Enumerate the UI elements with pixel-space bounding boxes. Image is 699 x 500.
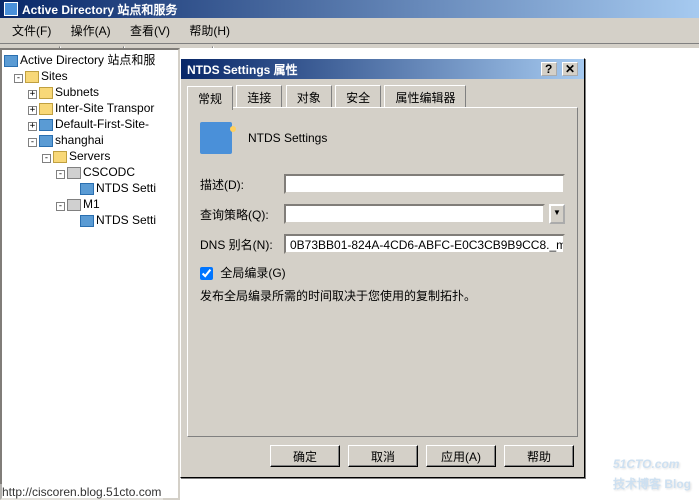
tab-general[interactable]: 常规 bbox=[187, 86, 233, 110]
menubar: 文件(F) 操作(A) 查看(V) 帮助(H) bbox=[0, 18, 699, 44]
window-title: Active Directory 站点和服务 bbox=[22, 1, 177, 18]
row-global-catalog: 全局编录(G) bbox=[200, 264, 565, 281]
query-policy-label: 查询策略(Q): bbox=[200, 206, 280, 223]
menu-action[interactable]: 操作(A) bbox=[63, 20, 119, 41]
menu-view[interactable]: 查看(V) bbox=[122, 20, 178, 41]
collapse-icon[interactable]: - bbox=[28, 138, 37, 147]
row-description: 描述(D): bbox=[200, 174, 565, 194]
menu-file[interactable]: 文件(F) bbox=[4, 20, 59, 41]
collapse-icon[interactable]: - bbox=[14, 74, 23, 83]
panel-header: NTDS Settings bbox=[200, 122, 565, 154]
expand-icon[interactable]: + bbox=[28, 90, 37, 99]
tree-panel: Active Directory 站点和服 -Sites +Subnets +I… bbox=[0, 48, 180, 500]
tree-ntds1[interactable]: NTDS Setti bbox=[4, 180, 176, 196]
tab-attributeeditor[interactable]: 属性编辑器 bbox=[384, 85, 466, 109]
watermark: 51CTO.com 技术博客 Blog bbox=[613, 443, 691, 492]
tree-servers[interactable]: -Servers bbox=[4, 148, 176, 164]
tab-panel-general: NTDS Settings 描述(D): 查询策略(Q): ▼ DNS 别名(N… bbox=[187, 107, 578, 437]
adsite-icon bbox=[4, 55, 18, 67]
site-icon bbox=[39, 119, 53, 131]
tab-security[interactable]: 安全 bbox=[335, 85, 381, 109]
menu-help[interactable]: 帮助(H) bbox=[181, 20, 238, 41]
tab-object[interactable]: 对象 bbox=[286, 85, 332, 109]
panel-header-label: NTDS Settings bbox=[248, 131, 327, 145]
tree-intersite[interactable]: +Inter-Site Transpor bbox=[4, 100, 176, 116]
tree-ntds2[interactable]: NTDS Setti bbox=[4, 212, 176, 228]
close-icon[interactable]: ✕ bbox=[562, 62, 578, 76]
tree-m1[interactable]: -M1 bbox=[4, 196, 176, 212]
site-icon bbox=[39, 135, 53, 147]
tab-connections[interactable]: 连接 bbox=[236, 85, 282, 109]
folder-icon bbox=[25, 71, 39, 83]
dialog-titlebar[interactable]: NTDS Settings 属性 ? ✕ bbox=[181, 59, 584, 79]
expand-icon[interactable]: + bbox=[28, 122, 37, 131]
main-titlebar: Active Directory 站点和服务 bbox=[0, 0, 699, 18]
description-input[interactable] bbox=[284, 174, 565, 194]
server-icon bbox=[67, 199, 81, 211]
query-policy-select[interactable] bbox=[284, 204, 545, 224]
ok-button[interactable]: 确定 bbox=[270, 445, 340, 467]
tree-shanghai[interactable]: -shanghai bbox=[4, 132, 176, 148]
global-catalog-label: 全局编录(G) bbox=[220, 266, 285, 280]
ntds-settings-icon bbox=[200, 122, 232, 154]
apply-button[interactable]: 应用(A) bbox=[426, 445, 496, 467]
folder-icon bbox=[39, 87, 53, 99]
gc-note: 发布全局编录所需的时间取决于您使用的复制拓扑。 bbox=[200, 287, 565, 304]
dialog-buttons: 确定 取消 应用(A) 帮助 bbox=[270, 445, 574, 467]
description-label: 描述(D): bbox=[200, 176, 280, 193]
help-button[interactable]: 帮助 bbox=[504, 445, 574, 467]
global-catalog-checkbox[interactable] bbox=[200, 267, 213, 280]
tree-defaultsite[interactable]: +Default-First-Site- bbox=[4, 116, 176, 132]
dns-alias-label: DNS 别名(N): bbox=[200, 236, 280, 253]
folder-icon bbox=[53, 151, 67, 163]
collapse-icon[interactable]: - bbox=[42, 154, 51, 163]
app-icon bbox=[4, 2, 18, 16]
collapse-icon[interactable]: - bbox=[56, 170, 65, 179]
tree-cscodc[interactable]: -CSCODC bbox=[4, 164, 176, 180]
dialog-body: 常规 连接 对象 安全 属性编辑器 NTDS Settings 描述(D): 查… bbox=[181, 79, 584, 443]
footer-url: http://ciscoren.blog.51cto.com bbox=[0, 484, 163, 500]
tree-subnets[interactable]: +Subnets bbox=[4, 84, 176, 100]
folder-icon bbox=[39, 103, 53, 115]
cancel-button[interactable]: 取消 bbox=[348, 445, 418, 467]
expand-icon[interactable]: + bbox=[28, 106, 37, 115]
tree-sites[interactable]: -Sites bbox=[4, 68, 176, 84]
server-icon bbox=[67, 167, 81, 179]
row-dns-alias: DNS 别名(N): 0B73BB01-824A-4CD6-ABFC-E0C3C… bbox=[200, 234, 565, 254]
dialog-title: NTDS Settings 属性 bbox=[187, 61, 298, 78]
properties-dialog: NTDS Settings 属性 ? ✕ 常规 连接 对象 安全 属性编辑器 N… bbox=[180, 58, 585, 478]
row-query-policy: 查询策略(Q): ▼ bbox=[200, 204, 565, 224]
tree-root[interactable]: Active Directory 站点和服 bbox=[4, 52, 176, 68]
help-button-icon[interactable]: ? bbox=[541, 62, 557, 76]
ntds-icon bbox=[80, 183, 94, 195]
tab-strip: 常规 连接 对象 安全 属性编辑器 bbox=[187, 85, 578, 107]
ntds-icon bbox=[80, 215, 94, 227]
collapse-icon[interactable]: - bbox=[56, 202, 65, 211]
dns-alias-value[interactable]: 0B73BB01-824A-4CD6-ABFC-E0C3CB9B9CC8._ms… bbox=[284, 234, 565, 254]
chevron-down-icon[interactable]: ▼ bbox=[549, 204, 565, 224]
